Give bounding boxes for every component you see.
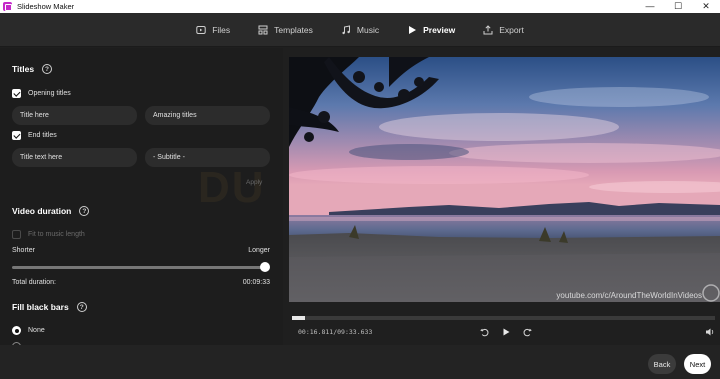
rewind-button[interactable] bbox=[478, 326, 490, 338]
music-icon bbox=[342, 24, 350, 34]
opening-titles-label: Opening titles bbox=[28, 90, 71, 97]
checkbox-icon[interactable] bbox=[12, 89, 21, 98]
checkbox-icon[interactable] bbox=[12, 230, 21, 239]
rewind-icon bbox=[480, 328, 489, 337]
tab-music[interactable]: Music bbox=[341, 25, 379, 35]
tab-files[interactable]: Files bbox=[196, 25, 230, 35]
templates-icon bbox=[258, 25, 268, 34]
fill-black-bars-heading: Fill black bars ? bbox=[12, 302, 87, 312]
play-icon bbox=[503, 328, 510, 336]
time-readout: 00:16.811/09:33.633 bbox=[298, 328, 373, 336]
total-duration-row: Total duration: 00:09:33 bbox=[12, 279, 270, 286]
tab-templates[interactable]: Templates bbox=[258, 25, 313, 35]
minimize-button[interactable]: — bbox=[636, 0, 664, 13]
watermark-logo: DU bbox=[198, 163, 266, 212]
duration-slider-track[interactable] bbox=[12, 266, 265, 269]
preview-image bbox=[289, 57, 720, 302]
duration-slider-labels: Shorter Longer bbox=[12, 247, 270, 254]
total-duration-value: 00:09:33 bbox=[242, 279, 270, 286]
video-duration-heading: Video duration ? bbox=[12, 206, 90, 216]
files-icon bbox=[196, 25, 206, 34]
tab-music-label: Music bbox=[356, 24, 380, 35]
shorter-label: Shorter bbox=[12, 247, 35, 254]
help-icon[interactable]: ? bbox=[42, 64, 53, 74]
help-icon[interactable]: ? bbox=[79, 206, 90, 216]
next-button[interactable]: Next bbox=[684, 354, 711, 374]
end-titles-label: End titles bbox=[28, 132, 57, 139]
tab-templates-label: Templates bbox=[274, 24, 313, 35]
back-button[interactable]: Back bbox=[648, 354, 676, 374]
volume-button[interactable] bbox=[704, 326, 716, 338]
titles-heading: Titles ? bbox=[12, 64, 53, 74]
longer-label: Longer bbox=[248, 247, 270, 254]
end-title-input[interactable]: Title text here bbox=[12, 148, 137, 167]
help-icon[interactable]: ? bbox=[76, 302, 87, 312]
opening-titles-checkbox[interactable]: Opening titles bbox=[12, 89, 71, 98]
export-icon bbox=[483, 24, 493, 34]
checkbox-icon[interactable] bbox=[12, 131, 21, 140]
maximize-button[interactable]: ☐ bbox=[664, 0, 692, 13]
play-icon bbox=[409, 25, 417, 34]
end-titles-checkbox[interactable]: End titles bbox=[12, 131, 57, 140]
volume-icon bbox=[706, 328, 714, 336]
end-subtitle-input[interactable]: - Subtitle - bbox=[145, 148, 270, 167]
video-duration-heading-label: Video duration bbox=[12, 206, 72, 216]
tab-export-label: Export bbox=[499, 24, 524, 35]
app-icon bbox=[3, 2, 12, 11]
duration-slider-thumb[interactable] bbox=[260, 262, 270, 272]
tab-preview-label: Preview bbox=[423, 24, 456, 35]
window-title: Slideshow Maker bbox=[17, 2, 75, 11]
progress-fill[interactable] bbox=[292, 316, 305, 320]
tab-preview[interactable]: Preview bbox=[407, 25, 455, 35]
fill-black-bars-heading-label: Fill black bars bbox=[12, 302, 69, 312]
video-preview[interactable]: youtube.com/c/AroundTheWorldInVideos bbox=[289, 57, 720, 302]
opening-title-input[interactable]: Title here bbox=[12, 106, 137, 125]
fill-none-radio[interactable]: None bbox=[12, 326, 45, 335]
tab-export[interactable]: Export bbox=[483, 25, 524, 35]
footer-bar bbox=[0, 345, 720, 379]
top-nav: Files Templates Music Preview Export bbox=[0, 13, 720, 47]
total-duration-label: Total duration: bbox=[12, 279, 56, 286]
play-button[interactable] bbox=[500, 326, 512, 338]
radio-selected-icon[interactable] bbox=[12, 326, 21, 335]
forward-button[interactable] bbox=[522, 326, 534, 338]
fit-to-music-checkbox[interactable]: Fit to music length bbox=[12, 230, 85, 239]
settings-panel: DU Titles ? Opening titles Title here Am… bbox=[0, 48, 283, 345]
fill-none-label: None bbox=[28, 327, 45, 334]
titles-heading-label: Titles bbox=[12, 64, 35, 74]
apply-button[interactable]: Apply bbox=[246, 179, 262, 186]
close-button[interactable]: ✕ bbox=[692, 0, 720, 13]
progress-track[interactable] bbox=[292, 316, 715, 320]
forward-icon bbox=[523, 328, 532, 337]
opening-subtitle-input[interactable]: Amazing titles bbox=[145, 106, 270, 125]
fit-to-music-label: Fit to music length bbox=[28, 231, 85, 238]
title-bar: Slideshow Maker — ☐ ✕ bbox=[0, 0, 720, 13]
tab-files-label: Files bbox=[212, 24, 231, 35]
video-overlay-text: youtube.com/c/AroundTheWorldInVideos bbox=[556, 291, 702, 300]
